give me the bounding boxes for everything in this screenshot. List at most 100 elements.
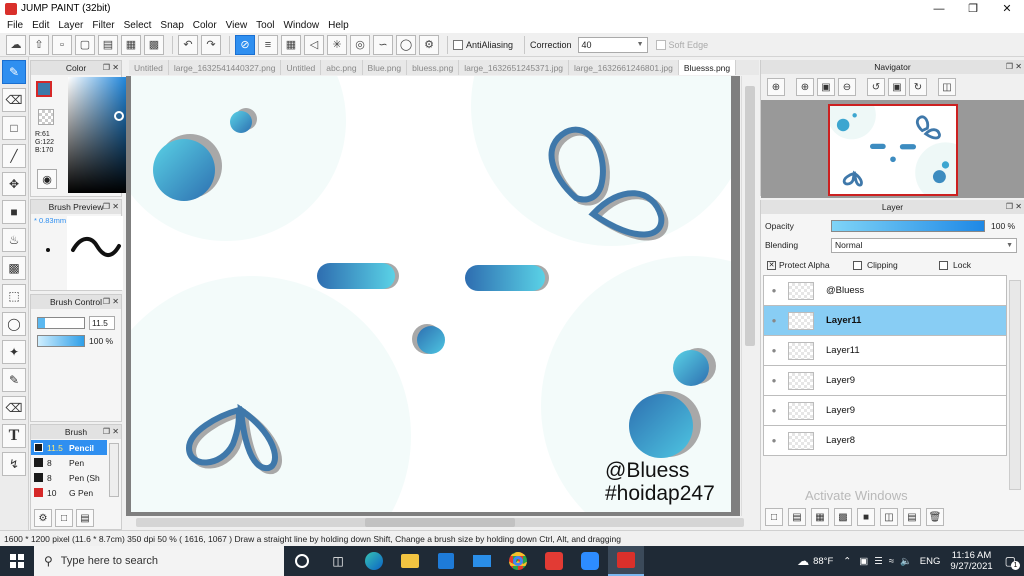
brush-opacity-slider[interactable] <box>37 335 85 347</box>
menu-view[interactable]: View <box>223 20 254 31</box>
opacity-slider[interactable] <box>831 220 985 232</box>
sv-picker-handle[interactable] <box>114 111 124 121</box>
circle-snap-icon[interactable]: ◯ <box>396 34 416 55</box>
text-tool-icon[interactable]: T <box>2 424 26 448</box>
screentone-layer-icon[interactable]: ▩ <box>834 508 852 526</box>
select-pen-tool-icon[interactable]: ✎ <box>2 368 26 392</box>
antialiasing-option[interactable]: AntiAliasing <box>453 39 513 50</box>
fit-window-icon[interactable]: ▣ <box>817 78 835 96</box>
tab-bluess[interactable]: bluess.png <box>407 60 460 75</box>
weather-icon[interactable]: ☁ <box>797 554 809 568</box>
panel-float-close-icon[interactable]: ❐ ✕ <box>1006 202 1022 211</box>
layer-menu-icon[interactable]: ▤ <box>903 508 921 526</box>
brush-item[interactable]: 10 G Pen <box>31 485 107 500</box>
tab-large-1632541440327[interactable]: large_1632541440327.png <box>169 60 282 75</box>
zoom-actual-icon[interactable]: ⊕ <box>796 78 814 96</box>
brush-list-scrollbar[interactable] <box>109 443 119 497</box>
clipping-checkbox[interactable] <box>853 260 862 270</box>
canvas-horizontal-scrollbar[interactable] <box>130 516 750 529</box>
cloud-icon[interactable]: ☁ <box>6 34 26 55</box>
blending-select[interactable]: Normal ▼ <box>831 237 1017 253</box>
antialiasing-checkbox[interactable] <box>453 39 463 50</box>
tab-bluesss[interactable]: Bluesss.png <box>678 60 737 75</box>
tab-untitled-2[interactable]: Untitled <box>281 60 322 75</box>
layer-row[interactable]: ● Layer8 <box>763 426 1007 456</box>
softedge-checkbox[interactable] <box>655 39 666 50</box>
windows-start-icon[interactable] <box>0 546 34 576</box>
layer-visibility-icon[interactable]: ● <box>764 346 784 355</box>
concentric-icon[interactable]: ◎ <box>350 34 370 55</box>
rotate-left-icon[interactable]: ↺ <box>867 78 885 96</box>
bucket-tool-icon[interactable]: ♨ <box>2 228 26 252</box>
tray-chevron-up-icon[interactable]: ⌃ <box>843 556 851 567</box>
edge-icon[interactable] <box>356 546 392 576</box>
menu-filter[interactable]: Filter <box>89 20 120 31</box>
notification-icon[interactable]: ▢ 1 <box>1005 554 1020 570</box>
canvas-vertical-scrollbar[interactable] <box>741 76 757 516</box>
panel-float-close-icon[interactable]: ❐ ✕ <box>103 427 119 436</box>
minimize-button[interactable]: — <box>922 0 956 17</box>
pencil-tool-icon[interactable]: ✎ <box>2 60 26 84</box>
layer-visibility-icon[interactable]: ● <box>764 406 784 415</box>
parallel-line-icon[interactable]: ≡ <box>258 34 278 55</box>
gradient-tool-icon[interactable]: ▩ <box>2 256 26 280</box>
protect-alpha-checkbox[interactable]: ✕ <box>767 260 776 270</box>
lock-checkbox[interactable] <box>939 260 948 270</box>
radial-icon[interactable]: ✳ <box>327 34 347 55</box>
wps-office-icon[interactable] <box>536 546 572 576</box>
perspective-icon[interactable]: ◁ <box>304 34 324 55</box>
menu-file[interactable]: File <box>4 20 29 31</box>
menu-window[interactable]: Window <box>281 20 326 31</box>
new-layer-icon[interactable]: □ <box>765 508 783 526</box>
layer-row[interactable]: ● Layer9 <box>763 396 1007 426</box>
rotate-right-icon[interactable]: ↻ <box>909 78 927 96</box>
weather-temp[interactable]: 88°F <box>813 556 833 567</box>
tab-large-1632661246801[interactable]: large_1632661246801.jpg <box>569 60 679 75</box>
navigator-thumbnail[interactable] <box>828 104 958 196</box>
drawing-canvas[interactable]: @Bluess #hoidap247 <box>131 76 731 512</box>
transparent-swatch[interactable] <box>38 109 54 125</box>
horizontal-scroll-thumb[interactable] <box>365 518 515 527</box>
correction-select[interactable]: 40 ▼ <box>577 36 648 53</box>
brush-size-field[interactable]: 11.5 <box>89 316 115 330</box>
cortana-icon[interactable] <box>284 546 320 576</box>
maximize-button[interactable]: ❐ <box>956 0 990 17</box>
network-icon[interactable]: ☰ <box>874 556 883 567</box>
panel-float-close-icon[interactable]: ❐ ✕ <box>103 202 119 211</box>
new-folder-layer-icon[interactable]: ▤ <box>788 508 806 526</box>
layer-visibility-icon[interactable]: ● <box>764 376 784 385</box>
folder-icon[interactable]: ■ <box>857 508 875 526</box>
brush-item[interactable]: 8 Pen <box>31 455 107 470</box>
menu-layer[interactable]: Layer <box>55 20 89 31</box>
brush-settings-icon[interactable]: ⚙ <box>34 509 52 527</box>
merge-down-icon[interactable]: ◫ <box>880 508 898 526</box>
zoom-app-icon[interactable] <box>572 546 608 576</box>
navigator-view[interactable] <box>761 100 1024 198</box>
layer-row[interactable]: ● Layer9 <box>763 366 1007 396</box>
taskbar-search-input[interactable]: ⚲ Type here to search <box>34 546 284 576</box>
jump-paint-taskbar-icon[interactable] <box>608 546 644 576</box>
menu-color[interactable]: Color <box>190 20 223 31</box>
fill-rect-tool-icon[interactable]: ■ <box>2 200 26 224</box>
brush-item[interactable]: 11.5 Pencil <box>31 440 107 455</box>
zoom-out-icon[interactable]: ⊖ <box>838 78 856 96</box>
store-icon[interactable] <box>428 546 464 576</box>
brush-item[interactable]: 8 Pen (Sh <box>31 470 107 485</box>
select-eraser-tool-icon[interactable]: ⌫ <box>2 396 26 420</box>
lasso-tool-icon[interactable]: ◯ <box>2 312 26 336</box>
layer-row[interactable]: ● @Bluess <box>763 276 1007 306</box>
saturation-value-picker[interactable] <box>68 77 132 193</box>
zoom-in-icon[interactable]: ⊕ <box>767 78 785 96</box>
meet-now-icon[interactable]: ▣ <box>859 556 868 567</box>
magic-wand-tool-icon[interactable]: ✦ <box>2 340 26 364</box>
menu-snap[interactable]: Snap <box>157 20 189 31</box>
mail-icon[interactable] <box>464 546 500 576</box>
panel-float-close-icon[interactable]: ❐ ✕ <box>103 297 119 306</box>
settings-icon[interactable]: ⚙ <box>419 34 439 55</box>
layer-visibility-icon[interactable]: ● <box>764 316 784 325</box>
undo-icon[interactable]: ↶ <box>178 34 198 55</box>
language-indicator[interactable]: ENG <box>920 556 941 567</box>
panel-float-close-icon[interactable]: ❐ ✕ <box>1006 62 1022 71</box>
layer-visibility-icon[interactable]: ● <box>764 436 784 445</box>
eyedropper-tool-icon[interactable]: ↯ <box>2 452 26 476</box>
